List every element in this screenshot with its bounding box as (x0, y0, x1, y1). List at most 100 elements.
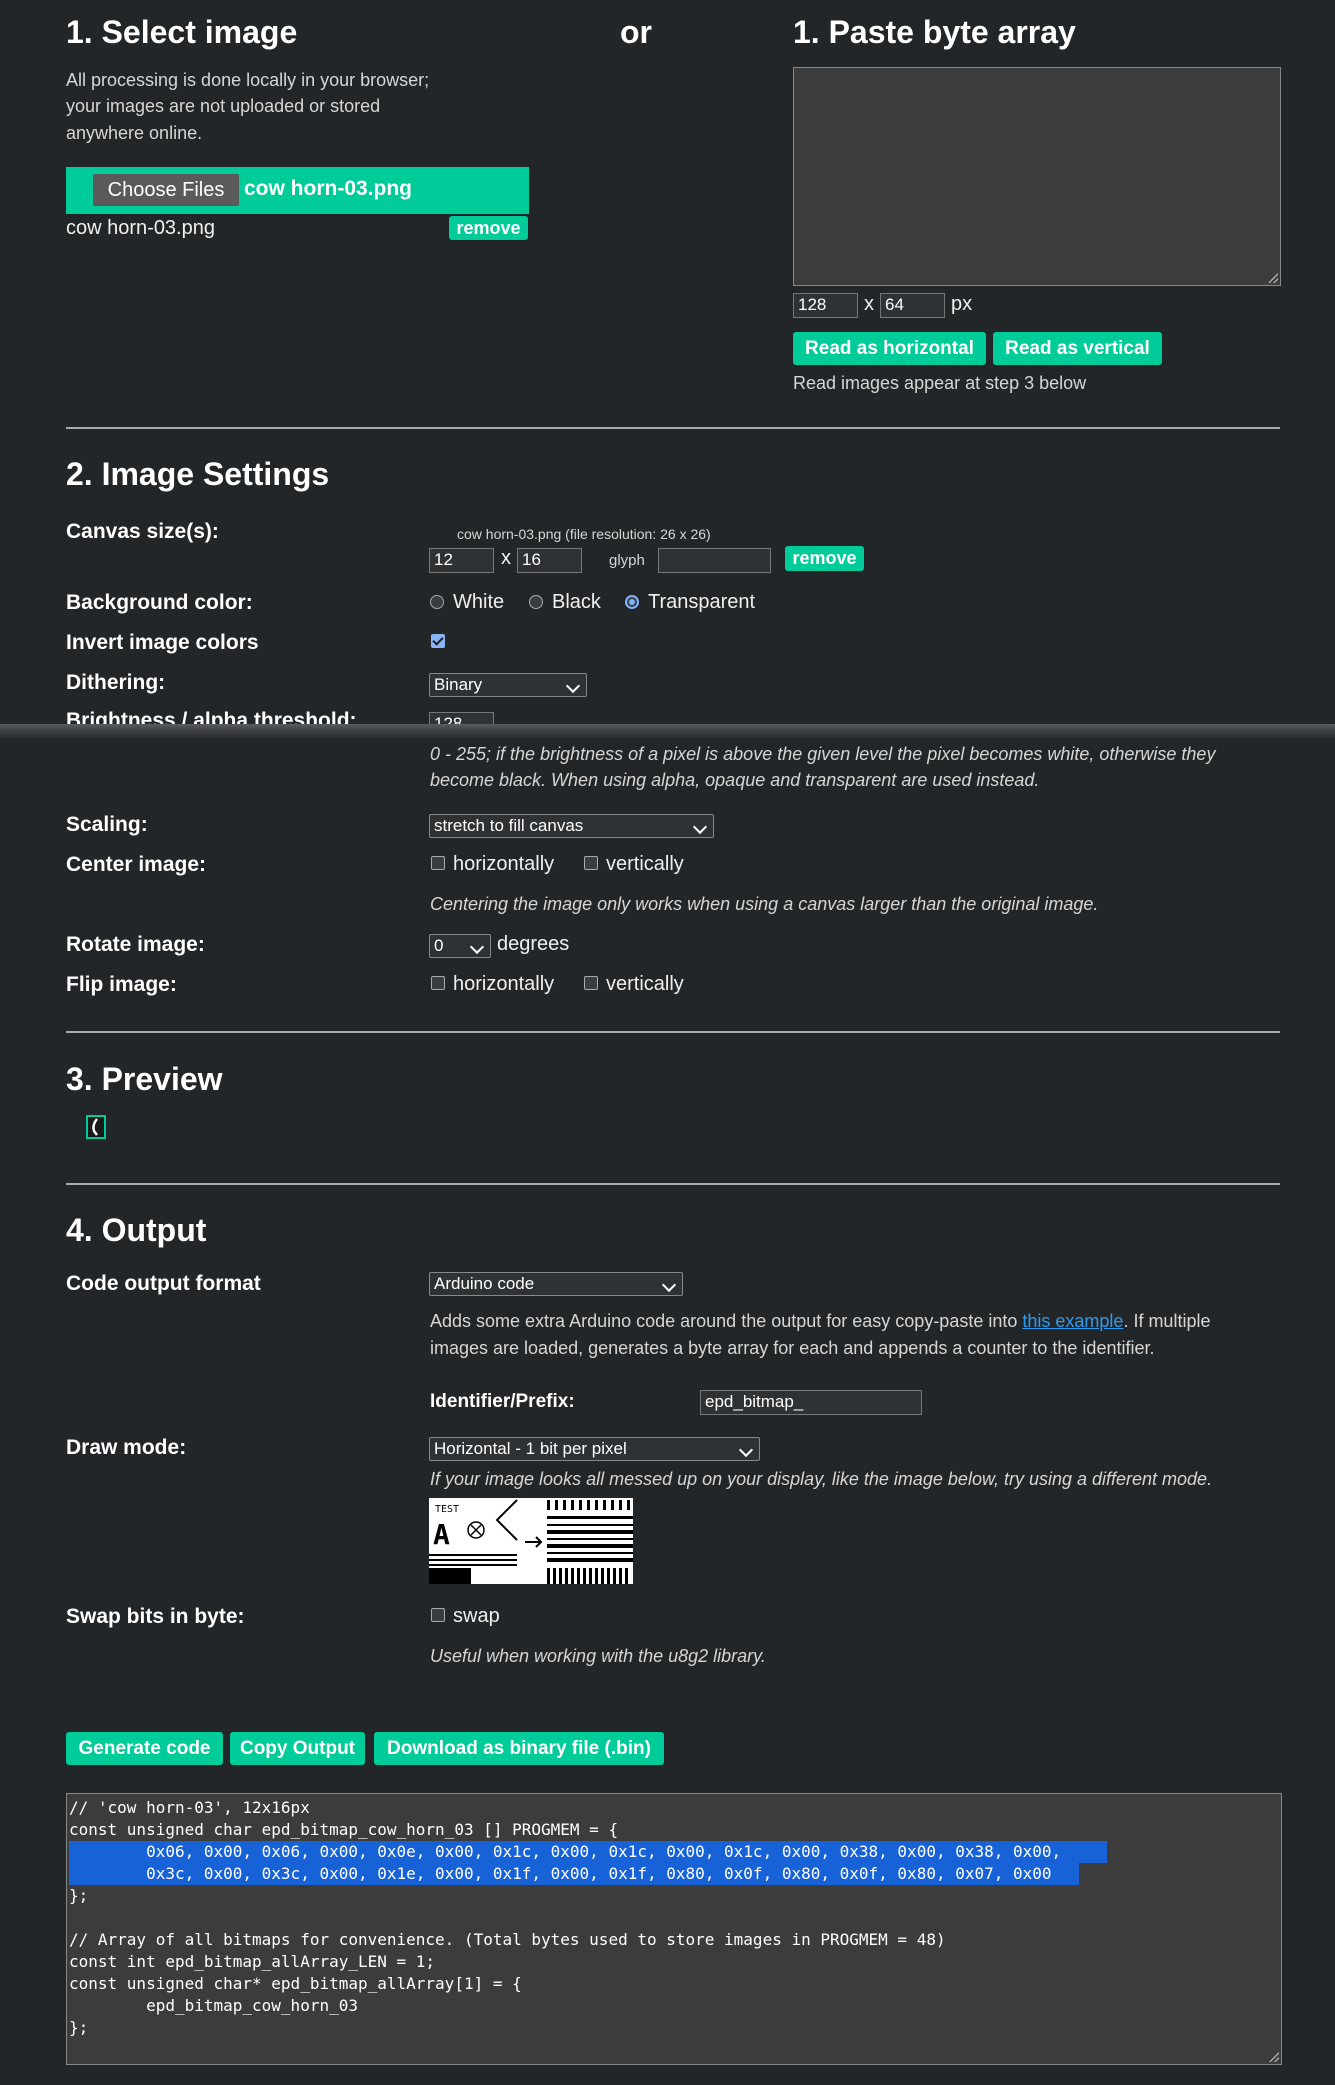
format-help-text: Adds some extra Arduino code around the … (430, 1311, 1023, 1331)
background-color-label: Background color: (66, 591, 253, 614)
canvas-size-label: Canvas size(s): (66, 520, 219, 543)
identifier-prefix-label: Identifier/Prefix: (430, 1391, 575, 1412)
bg-black-radio[interactable] (529, 595, 543, 609)
remove-file-button[interactable]: remove (449, 216, 528, 240)
code-output-format-value: Arduino code (434, 1274, 535, 1293)
invert-colors-checkbox[interactable] (431, 634, 445, 648)
invert-colors-label: Invert image colors (66, 631, 259, 654)
code-line-selected: 0x3c, 0x00, 0x3c, 0x00, 0x1e, 0x00, 0x1f… (69, 1863, 1079, 1885)
choose-files-button[interactable]: Choose Files (93, 174, 239, 206)
center-vertical-label[interactable]: vertically (606, 853, 684, 876)
draw-mode-value: Horizontal - 1 bit per pixel (434, 1439, 627, 1458)
dithering-select[interactable]: Binary (429, 673, 587, 697)
privacy-note-line-2: your images are not uploaded or stored (66, 96, 381, 116)
center-image-label: Center image: (66, 853, 207, 876)
code-line: // Array of all bitmaps for convenience.… (69, 1930, 946, 1949)
image-settings-title: 2. Image Settings (66, 456, 330, 492)
draw-mode-label: Draw mode: (66, 1436, 187, 1459)
code-line-selected: 0x06, 0x00, 0x06, 0x00, 0x0e, 0x00, 0x1c… (69, 1841, 1107, 1863)
swap-bits-help: Useful when working with the u8g2 librar… (430, 1646, 766, 1666)
byte-array-height-input[interactable]: 64 (880, 293, 945, 318)
read-vertical-button[interactable]: Read as vertical (993, 332, 1162, 365)
canvas-width-input[interactable]: 12 (429, 548, 494, 573)
code-output-format-select[interactable]: Arduino code (429, 1272, 683, 1296)
file-list-item: cow horn-03.png (66, 217, 215, 239)
threshold-input[interactable]: 128 (429, 712, 494, 724)
glyph-label: glyph (609, 552, 645, 569)
center-vertical-checkbox[interactable] (584, 856, 598, 870)
generate-code-button[interactable]: Generate code (66, 1732, 223, 1765)
swap-bits-checkbox-label[interactable]: swap (453, 1605, 500, 1628)
rotate-select[interactable]: 0 (429, 934, 491, 958)
flip-vertical-label[interactable]: vertically (606, 973, 684, 996)
rotate-value: 0 (434, 936, 444, 955)
divider (66, 427, 1280, 429)
preview-canvas (86, 1115, 106, 1139)
divider (66, 1031, 1280, 1033)
read-note: Read images appear at step 3 below (793, 373, 1087, 393)
swap-bits-checkbox[interactable] (431, 1608, 445, 1622)
resize-handle-icon[interactable] (1269, 2052, 1279, 2062)
byte-array-textarea[interactable] (793, 67, 1281, 286)
code-line: const int epd_bitmap_allArray_LEN = 1; (69, 1952, 436, 1971)
remove-canvas-button[interactable]: remove (785, 546, 864, 571)
format-help-text-2: . If multiple (1123, 1311, 1211, 1331)
bg-transparent-radio[interactable] (625, 595, 639, 609)
select-image-title: 1. Select image (66, 14, 298, 50)
bg-white-radio[interactable] (430, 595, 444, 609)
format-help-line-1: Adds some extra Arduino code around the … (430, 1311, 1210, 1332)
code-line: }; (69, 1886, 89, 1905)
threshold-help-line-1: 0 - 255; if the brightness of a pixel is… (430, 744, 1216, 764)
copy-output-button[interactable]: Copy Output (230, 1732, 365, 1765)
dithering-label: Dithering: (66, 671, 166, 694)
example-image-graphic: TEST A (429, 1499, 633, 1584)
px-label: px (951, 293, 973, 315)
cow-horn-preview-icon (92, 1118, 98, 1136)
bg-black-label[interactable]: Black (552, 591, 601, 614)
preview-title: 3. Preview (66, 1061, 223, 1097)
divider (66, 1183, 1280, 1185)
center-horizontal-checkbox[interactable] (431, 856, 445, 870)
download-binary-button[interactable]: Download as binary file (.bin) (374, 1732, 664, 1765)
page-break-band (0, 724, 1335, 738)
degrees-label: degrees (497, 933, 570, 955)
chevron-down-icon (469, 939, 485, 955)
threshold-help-line-2: become black. When using alpha, opaque a… (430, 770, 1040, 790)
canvas-file-info: cow horn-03.png (file resolution: 26 x 2… (457, 526, 711, 542)
identifier-prefix-input[interactable]: epd_bitmap_ (700, 1390, 922, 1415)
draw-mode-help: If your image looks all messed up on you… (430, 1469, 1213, 1489)
resize-handle-icon[interactable] (1268, 273, 1278, 283)
file-input[interactable]: Choose Files cow horn-03.png (66, 167, 529, 214)
flip-vertical-checkbox[interactable] (584, 976, 598, 990)
draw-mode-select[interactable]: Horizontal - 1 bit per pixel (429, 1437, 760, 1461)
flip-image-label: Flip image: (66, 973, 177, 996)
svg-text:A: A (433, 1518, 450, 1551)
chevron-down-icon (738, 1442, 754, 1458)
or-separator: or (620, 14, 652, 50)
code-line: epd_bitmap_cow_horn_03 (69, 1996, 358, 2015)
code-output-format-label: Code output format (66, 1272, 261, 1295)
dithering-value: Binary (434, 675, 483, 694)
read-horizontal-button[interactable]: Read as horizontal (793, 332, 986, 365)
code-line: }; (69, 2018, 89, 2037)
code-output-textarea[interactable]: // 'cow horn-03', 12x16px const unsigned… (66, 1793, 1282, 2065)
canvas-height-input[interactable]: 16 (517, 548, 582, 573)
privacy-note-line-1: All processing is done locally in your b… (66, 70, 430, 90)
bg-white-label[interactable]: White (453, 591, 504, 614)
canvas-x-label: x (501, 547, 511, 569)
flip-horizontal-checkbox[interactable] (431, 976, 445, 990)
bg-transparent-label[interactable]: Transparent (648, 591, 755, 614)
output-title: 4. Output (66, 1212, 207, 1248)
this-example-link[interactable]: this example (1022, 1311, 1123, 1331)
center-horizontal-label[interactable]: horizontally (453, 853, 554, 876)
scaling-label: Scaling: (66, 813, 148, 836)
center-help: Centering the image only works when usin… (430, 894, 1099, 914)
code-line: // 'cow horn-03', 12x16px (69, 1798, 310, 1817)
scaling-select[interactable]: stretch to fill canvas (429, 814, 714, 838)
byte-array-width-input[interactable]: 128 (793, 293, 858, 318)
chevron-down-icon (565, 678, 581, 694)
chevron-down-icon (661, 1277, 677, 1293)
flip-horizontal-label[interactable]: horizontally (453, 973, 554, 996)
glyph-input[interactable] (658, 548, 771, 573)
privacy-note-line-3: anywhere online. (66, 123, 203, 143)
